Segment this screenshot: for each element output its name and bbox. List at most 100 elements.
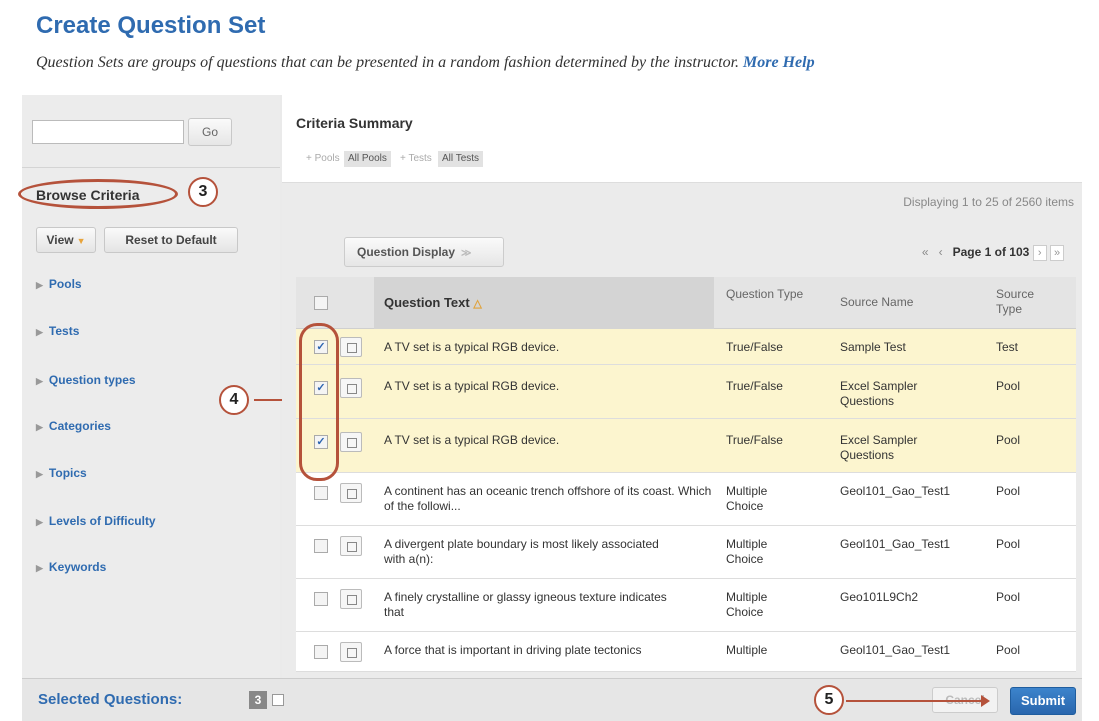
expand-triangle-icon: ▶	[36, 280, 43, 290]
sidebar-divider	[22, 167, 280, 168]
row-checkbox[interactable]	[314, 592, 328, 606]
preview-icon[interactable]	[340, 589, 362, 609]
question-text: A TV set is a typical RGB device.	[384, 433, 560, 447]
criteria-label: Question types	[48, 373, 136, 387]
table-row[interactable]: A divergent plate boundary is most likel…	[296, 526, 1076, 579]
page-header: Create Question Set Question Sets are gr…	[0, 0, 1099, 90]
table-row[interactable]: ✓ A TV set is a typical RGB device. True…	[296, 365, 1076, 419]
pagination: « ‹ Page 1 of 103 › »	[922, 245, 1064, 261]
column-label: Question Text	[384, 295, 470, 310]
source-name: Geo101L9Ch2	[840, 590, 919, 604]
criteria-categories[interactable]: ▶ Categories	[36, 419, 111, 433]
more-help-link[interactable]: More Help	[743, 54, 815, 71]
tests-filter-label: + Tests	[400, 153, 432, 164]
sort-ascending-icon: △	[473, 298, 482, 310]
submit-button[interactable]: Submit	[1010, 687, 1076, 715]
table-row[interactable]: A continent has an oceanic trench offsho…	[296, 473, 1076, 526]
search-input[interactable]	[32, 120, 184, 144]
criteria-levels-of-difficulty[interactable]: ▶ Levels of Difficulty	[36, 514, 156, 528]
expand-triangle-icon: ▶	[36, 469, 43, 479]
callout-5: 5	[814, 685, 844, 715]
question-type: True/False	[726, 433, 783, 447]
next-page-icon[interactable]: ›	[1032, 245, 1047, 261]
criteria-topics[interactable]: ▶ Topics	[36, 466, 87, 480]
preview-icon[interactable]	[340, 536, 362, 556]
criteria-question-types[interactable]: ▶ Question types	[36, 373, 136, 387]
criteria-label: Pools	[48, 277, 82, 291]
go-button[interactable]: Go	[188, 118, 232, 146]
preview-icon[interactable]	[340, 642, 362, 662]
question-text: A finely crystalline or glassy igneous t…	[384, 590, 667, 619]
question-type: True/False	[726, 379, 783, 393]
expand-triangle-icon: ▶	[36, 327, 43, 337]
criteria-tests[interactable]: ▶ Tests	[36, 324, 79, 338]
expand-triangle-icon: ▶	[36, 376, 43, 386]
criteria-summary: Criteria Summary + Pools All Pools + Tes…	[282, 95, 1082, 183]
view-button[interactable]: View ▼	[36, 227, 96, 253]
source-type: Test	[996, 340, 1019, 354]
expand-triangle-icon: ▶	[36, 422, 43, 432]
source-name: Geol101_Gao_Test1	[840, 537, 951, 551]
prev-page-icon[interactable]: ‹	[939, 245, 943, 259]
row-checkbox[interactable]	[314, 539, 328, 553]
criteria-pools[interactable]: ▶ Pools	[36, 277, 82, 291]
source-type: Pool	[996, 537, 1021, 551]
expand-triangle-icon: ▶	[36, 517, 43, 527]
source-name: Excel Sampler Questions	[840, 379, 918, 408]
item-count: Displaying 1 to 25 of 2560 items	[903, 195, 1074, 209]
table-header: Question Text △ Question Type Source Nam…	[296, 277, 1076, 329]
pools-filter-chip[interactable]: All Pools	[344, 151, 391, 167]
preview-icon[interactable]	[340, 337, 362, 357]
source-name: Geol101_Gao_Test1	[840, 643, 951, 657]
first-page-icon[interactable]: «	[922, 245, 929, 259]
source-type: Pool	[996, 484, 1021, 498]
question-text: A divergent plate boundary is most likel…	[384, 537, 659, 566]
preview-icon[interactable]	[340, 432, 362, 452]
row-checkbox[interactable]	[314, 645, 328, 659]
column-source-type[interactable]: Source Type	[996, 287, 1046, 317]
last-page-icon[interactable]: »	[1050, 245, 1064, 261]
source-name: Sample Test	[840, 340, 906, 354]
question-text: A TV set is a typical RGB device.	[384, 340, 560, 354]
question-type: Multiple Choice	[726, 484, 768, 513]
question-text: A continent has an oceanic trench offsho…	[384, 484, 712, 513]
view-caret-icon: ▼	[76, 236, 86, 246]
question-text: A TV set is a typical RGB device.	[384, 379, 560, 393]
source-type: Pool	[996, 590, 1021, 604]
callout-4: 4	[219, 385, 249, 415]
reset-to-default-button[interactable]: Reset to Default	[104, 227, 238, 253]
main-panel: Criteria Summary + Pools All Pools + Tes…	[282, 95, 1082, 721]
criteria-summary-title: Criteria Summary	[296, 115, 413, 131]
question-type: True/False	[726, 340, 783, 354]
select-all-checkbox[interactable]	[314, 296, 328, 310]
question-display-button[interactable]: Question Display ≫	[344, 237, 504, 267]
preview-icon[interactable]	[340, 483, 362, 503]
page-indicator: Page 1 of 103	[952, 245, 1030, 259]
table-row[interactable]: ✓ A TV set is a typical RGB device. True…	[296, 329, 1076, 365]
column-question-type[interactable]: Question Type	[726, 287, 806, 302]
selected-questions-label: Selected Questions:	[38, 691, 183, 708]
selection-toggle-icon[interactable]	[272, 694, 284, 706]
row-checkbox[interactable]	[314, 486, 328, 500]
table-row[interactable]: ✓ A TV set is a typical RGB device. True…	[296, 419, 1076, 473]
source-type: Pool	[996, 379, 1021, 393]
description-text: Question Sets are groups of questions th…	[36, 54, 740, 71]
criteria-label: Topics	[48, 466, 87, 480]
tests-filter-chip[interactable]: All Tests	[438, 151, 484, 167]
column-question-text[interactable]: Question Text △	[374, 277, 714, 329]
question-display-label: Question Display	[357, 245, 456, 259]
criteria-label: Levels of Difficulty	[48, 514, 156, 528]
table-row[interactable]: A force that is important in driving pla…	[296, 632, 1076, 672]
page-title: Create Question Set	[36, 12, 266, 39]
expand-triangle-icon: ▶	[36, 563, 43, 573]
preview-icon[interactable]	[340, 378, 362, 398]
question-type: Multiple Choice	[726, 590, 768, 619]
source-type: Pool	[996, 433, 1021, 447]
view-label: View	[46, 233, 74, 247]
criteria-keywords[interactable]: ▶ Keywords	[36, 560, 106, 574]
source-type: Pool	[996, 643, 1021, 657]
criteria-label: Keywords	[48, 560, 107, 574]
question-type: Multiple	[726, 643, 768, 657]
column-source-name[interactable]: Source Name	[840, 295, 950, 310]
table-row[interactable]: A finely crystalline or glassy igneous t…	[296, 579, 1076, 632]
